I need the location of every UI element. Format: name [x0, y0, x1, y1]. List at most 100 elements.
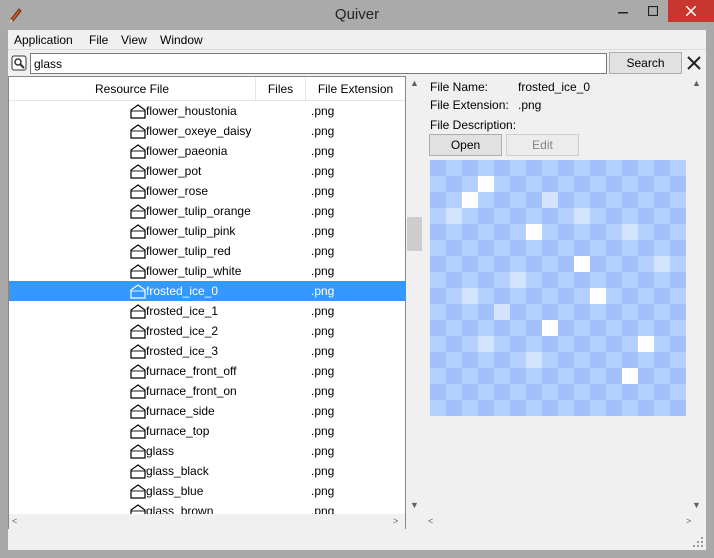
texture-pixel: [430, 208, 446, 224]
texture-pixel: [478, 336, 494, 352]
table-row[interactable]: flower_tulip_red .png: [9, 241, 405, 261]
texture-pixel: [574, 304, 590, 320]
close-icon[interactable]: [685, 54, 703, 72]
title-bar[interactable]: Quiver: [0, 0, 714, 30]
texture-pixel: [510, 192, 526, 208]
texture-pixel: [462, 320, 478, 336]
scroll-down-icon[interactable]: ▼: [410, 500, 419, 510]
texture-pixel: [430, 320, 446, 336]
client-area: Application File View Window Search Reso…: [8, 30, 706, 550]
table-row[interactable]: furnace_top .png: [9, 421, 405, 441]
details-horizontal-scrollbar[interactable]: < >: [424, 514, 706, 529]
scroll-up-icon[interactable]: ▲: [692, 78, 701, 88]
texture-pixel: [606, 304, 622, 320]
table-row[interactable]: frosted_ice_0 .png: [9, 281, 405, 301]
resize-grip-icon[interactable]: [692, 536, 704, 548]
texture-pixel: [638, 240, 654, 256]
texture-pixel: [638, 288, 654, 304]
table-row[interactable]: flower_houstonia .png: [9, 101, 405, 121]
file-extension-cell: .png: [311, 404, 335, 418]
close-window-button[interactable]: [668, 0, 714, 22]
file-name-label: File Name:: [430, 80, 489, 94]
texture-pixel: [654, 256, 670, 272]
texture-pixel: [494, 288, 510, 304]
texture-pixel: [462, 256, 478, 272]
scroll-down-icon[interactable]: ▼: [692, 500, 701, 510]
texture-pixel: [606, 288, 622, 304]
texture-pixel: [430, 336, 446, 352]
menu-view[interactable]: View: [121, 33, 147, 47]
column-file-extension[interactable]: File Extension: [306, 77, 405, 101]
resource-file-name: glass: [146, 444, 175, 458]
scroll-left-icon[interactable]: <: [428, 516, 433, 526]
edit-button[interactable]: Edit: [506, 134, 579, 156]
texture-pixel: [574, 272, 590, 288]
texture-pixel: [606, 160, 622, 176]
horizontal-scrollbar[interactable]: < >: [9, 514, 405, 529]
texture-pixel: [526, 288, 542, 304]
table-body: flower_houstonia .png flower_oxeye_daisy .p…: [9, 101, 405, 514]
texture-pixel: [446, 160, 462, 176]
table-row[interactable]: flower_tulip_white .png: [9, 261, 405, 281]
table-row[interactable]: flower_oxeye_daisy .png: [9, 121, 405, 141]
texture-pixel: [558, 240, 574, 256]
resource-file-name: flower_rose: [146, 184, 209, 198]
texture-pixel: [494, 304, 510, 320]
texture-pixel: [446, 400, 462, 416]
scroll-thumb[interactable]: [407, 217, 422, 251]
table-row[interactable]: glass_black .png: [9, 461, 405, 481]
table-row[interactable]: furnace_side .png: [9, 401, 405, 421]
column-files[interactable]: Files: [256, 77, 306, 101]
texture-pixel: [574, 368, 590, 384]
file-extension-cell: .png: [311, 284, 335, 298]
menu-window[interactable]: Window: [160, 33, 203, 47]
table-row[interactable]: flower_rose .png: [9, 181, 405, 201]
scroll-right-icon[interactable]: >: [393, 516, 398, 526]
table-row[interactable]: flower_tulip_orange .png: [9, 201, 405, 221]
minimize-button[interactable]: [608, 0, 638, 22]
texture-pixel: [670, 288, 686, 304]
texture-pixel: [462, 368, 478, 384]
texture-pixel: [638, 256, 654, 272]
search-button[interactable]: Search: [609, 52, 682, 74]
texture-pixel: [446, 368, 462, 384]
table-row[interactable]: flower_tulip_pink .png: [9, 221, 405, 241]
vertical-scrollbar[interactable]: ▲ ▼: [406, 76, 423, 512]
texture-pixel: [494, 272, 510, 288]
texture-pixel: [670, 240, 686, 256]
table-row[interactable]: glass_brown .png: [9, 501, 405, 514]
table-row[interactable]: frosted_ice_2 .png: [9, 321, 405, 341]
texture-pixel: [590, 176, 606, 192]
texture-pixel: [462, 288, 478, 304]
table-row[interactable]: flower_pot .png: [9, 161, 405, 181]
scroll-up-icon[interactable]: ▲: [410, 78, 419, 88]
texture-pixel: [590, 272, 606, 288]
maximize-button[interactable]: [638, 0, 668, 22]
search-icon[interactable]: [10, 54, 28, 72]
texture-pixel: [446, 224, 462, 240]
open-button[interactable]: Open: [429, 134, 502, 156]
texture-pixel: [478, 208, 494, 224]
table-row[interactable]: flower_paeonia .png: [9, 141, 405, 161]
table-row[interactable]: furnace_front_on .png: [9, 381, 405, 401]
table-row[interactable]: frosted_ice_1 .png: [9, 301, 405, 321]
menu-application[interactable]: Application: [14, 33, 73, 47]
table-row[interactable]: frosted_ice_3 .png: [9, 341, 405, 361]
details-vertical-scrollbar[interactable]: ▲ ▼: [688, 76, 705, 512]
table-row[interactable]: furnace_front_off .png: [9, 361, 405, 381]
file-extension-cell: .png: [311, 364, 335, 378]
resource-file-name: furnace_side: [146, 404, 215, 418]
texture-pixel: [494, 352, 510, 368]
table-row[interactable]: glass .png: [9, 441, 405, 461]
scroll-left-icon[interactable]: <: [12, 516, 17, 526]
scroll-right-icon[interactable]: >: [686, 516, 691, 526]
texture-pixel: [654, 384, 670, 400]
search-input[interactable]: [30, 53, 607, 74]
table-row[interactable]: glass_blue .png: [9, 481, 405, 501]
column-resource-file[interactable]: Resource File: [9, 77, 256, 101]
texture-pixel: [670, 352, 686, 368]
texture-pixel: [542, 352, 558, 368]
menu-file[interactable]: File: [89, 33, 108, 47]
texture-pixel: [654, 288, 670, 304]
close-icon: [686, 6, 696, 16]
